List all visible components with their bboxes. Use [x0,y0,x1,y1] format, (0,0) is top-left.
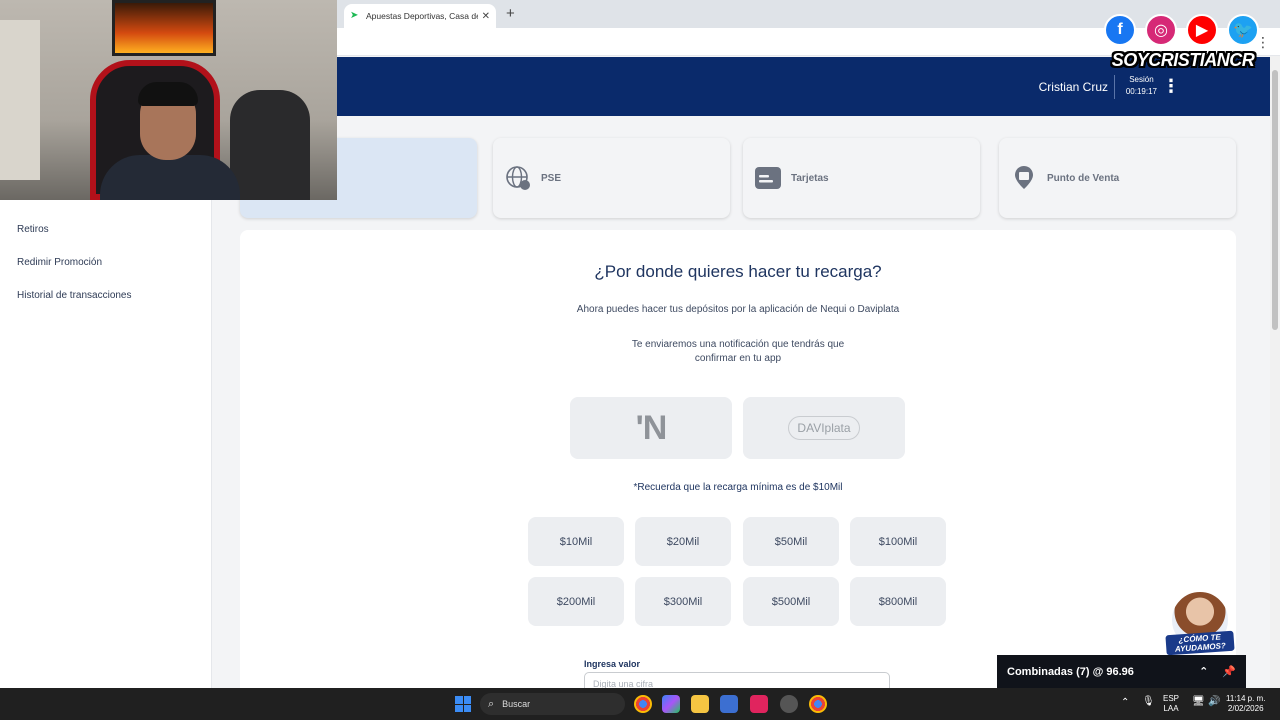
sidebar-item-historial[interactable]: Historial de transacciones [17,290,132,301]
user-name[interactable]: Cristian Cruz [1039,80,1108,94]
amount-button-10mil[interactable]: $10Mil [528,517,624,566]
nequi-button[interactable]: 'N [570,397,732,459]
sidebar-item-redimir-promocion[interactable]: Redimir Promoción [17,257,102,268]
webcam-fireplace-picture [112,0,216,56]
network-icon[interactable]: 🖥 [1192,697,1205,707]
globe-icon [505,165,531,191]
session-time: 00:19:17 [1125,87,1157,96]
youtube-icon: ▶ [1186,14,1218,46]
sidebar: Retiros Redimir Promoción Historial de t… [0,116,212,688]
chevron-up-icon[interactable]: ⌃ [1199,665,1208,678]
method-card-punto-de-venta[interactable]: Punto de Venta [999,138,1236,218]
clock-time: 11:14 p. m. [1226,694,1266,703]
nequi-logo: 'N [635,408,668,447]
search-icon: ⌕ [488,697,495,710]
webcam-chair-back [230,90,310,200]
card-icon [755,165,781,191]
streamer-brand: SOYCRISTIANCR [1111,50,1255,70]
daviplata-logo: DAVIplata [788,416,860,440]
obs-app-icon[interactable] [780,695,798,713]
chrome-app-icon[interactable] [634,695,652,713]
webcam-person-body [100,155,240,200]
sidebar-item-retiros[interactable]: Retiros [17,224,49,235]
new-tab-button[interactable]: + [506,5,515,22]
amount-button-200mil[interactable]: $200Mil [528,577,624,626]
language-indicator[interactable]: ESP LAA [1163,694,1179,714]
tab-close-icon[interactable]: ✕ [482,11,490,22]
amount-button-20mil[interactable]: $20Mil [635,517,731,566]
windows-start-icon[interactable] [455,696,471,712]
pin-icon[interactable]: 📌 [1222,665,1236,678]
webcam-door [0,20,40,180]
clock-date: 2/02/2026 [1227,704,1264,713]
amount-button-300mil[interactable]: $300Mil [635,577,731,626]
amount-input-label: Ingresa valor [584,659,641,669]
page-scrollbar[interactable] [1270,56,1280,688]
instagram-icon: ◎ [1145,14,1177,46]
microphone-icon[interactable]: 🎙 [1142,697,1155,707]
amount-button-800mil[interactable]: $800Mil [850,577,946,626]
windows-taskbar: ⌕ Buscar ⌃ 🎙 ESP LAA 🖥 🔊 11:14 p. m. 2/0… [0,688,1280,720]
kebab-menu-icon[interactable]: ⋮ [1162,77,1180,95]
daviplata-button[interactable]: DAVIplata [743,397,905,459]
session-timer: Sesión 00:19:17 [1126,74,1157,98]
page-title: ¿Por donde quieres hacer tu recarga? [594,262,882,281]
clock[interactable]: 11:14 p. m. 2/02/2026 [1226,694,1265,714]
store-pin-icon [1011,165,1037,191]
webcam-person-hair [138,82,198,106]
social-overlay: f ◎ ▶ 🐦 SOYCRISTIANCR [1100,10,1266,76]
betslip-label: Combinadas (7) @ 96.96 [1007,665,1134,678]
notification-notice: Te enviaremos una notificación que tendr… [631,339,845,364]
file-explorer-icon[interactable] [691,695,709,713]
tab-title: Apuestas Deportivas, Casa de A [366,11,478,21]
tiktok-app-icon[interactable] [750,695,768,713]
method-label: PSE [541,172,562,184]
twitter-icon: 🐦 [1227,14,1259,46]
minimum-recharge-note: *Recuerda que la recarga mínima es de $1… [633,482,843,493]
volume-icon[interactable]: 🔊 [1208,697,1220,707]
taskbar-search-label: Buscar [502,699,531,709]
header-divider [1114,75,1115,99]
tray-chevron-up-icon[interactable]: ⌃ [1121,698,1129,708]
recharge-panel: ¿Por donde quieres hacer tu recarga? Aho… [240,230,1236,700]
deposit-subtitle: Ahora puedes hacer tus depósitos por la … [576,304,900,315]
webcam-overlay [0,0,337,200]
method-card-tarjetas[interactable]: Tarjetas [743,138,980,218]
taskbar-search[interactable]: ⌕ Buscar [480,693,625,715]
amount-button-100mil[interactable]: $100Mil [850,517,946,566]
method-card-pse[interactable]: PSE [493,138,730,218]
betslip-bar[interactable]: Combinadas (7) @ 96.96 ⌃ 📌 [997,655,1246,688]
method-label: Punto de Venta [1047,172,1120,184]
site-favicon-icon: ➤ [350,10,359,21]
language-code: ESP [1163,694,1180,703]
amount-button-50mil[interactable]: $50Mil [743,517,839,566]
store-app-icon[interactable] [720,695,738,713]
scrollbar-thumb[interactable] [1272,70,1278,330]
m365-app-icon[interactable] [662,695,680,713]
browser-tab[interactable]: ➤ Apuestas Deportivas, Casa de A ✕ [344,4,496,28]
method-label: Tarjetas [791,172,829,184]
facebook-icon: f [1104,14,1136,46]
chrome-active-app-icon[interactable] [809,695,827,713]
amount-button-500mil[interactable]: $500Mil [743,577,839,626]
keyboard-layout: LAA [1163,704,1179,713]
